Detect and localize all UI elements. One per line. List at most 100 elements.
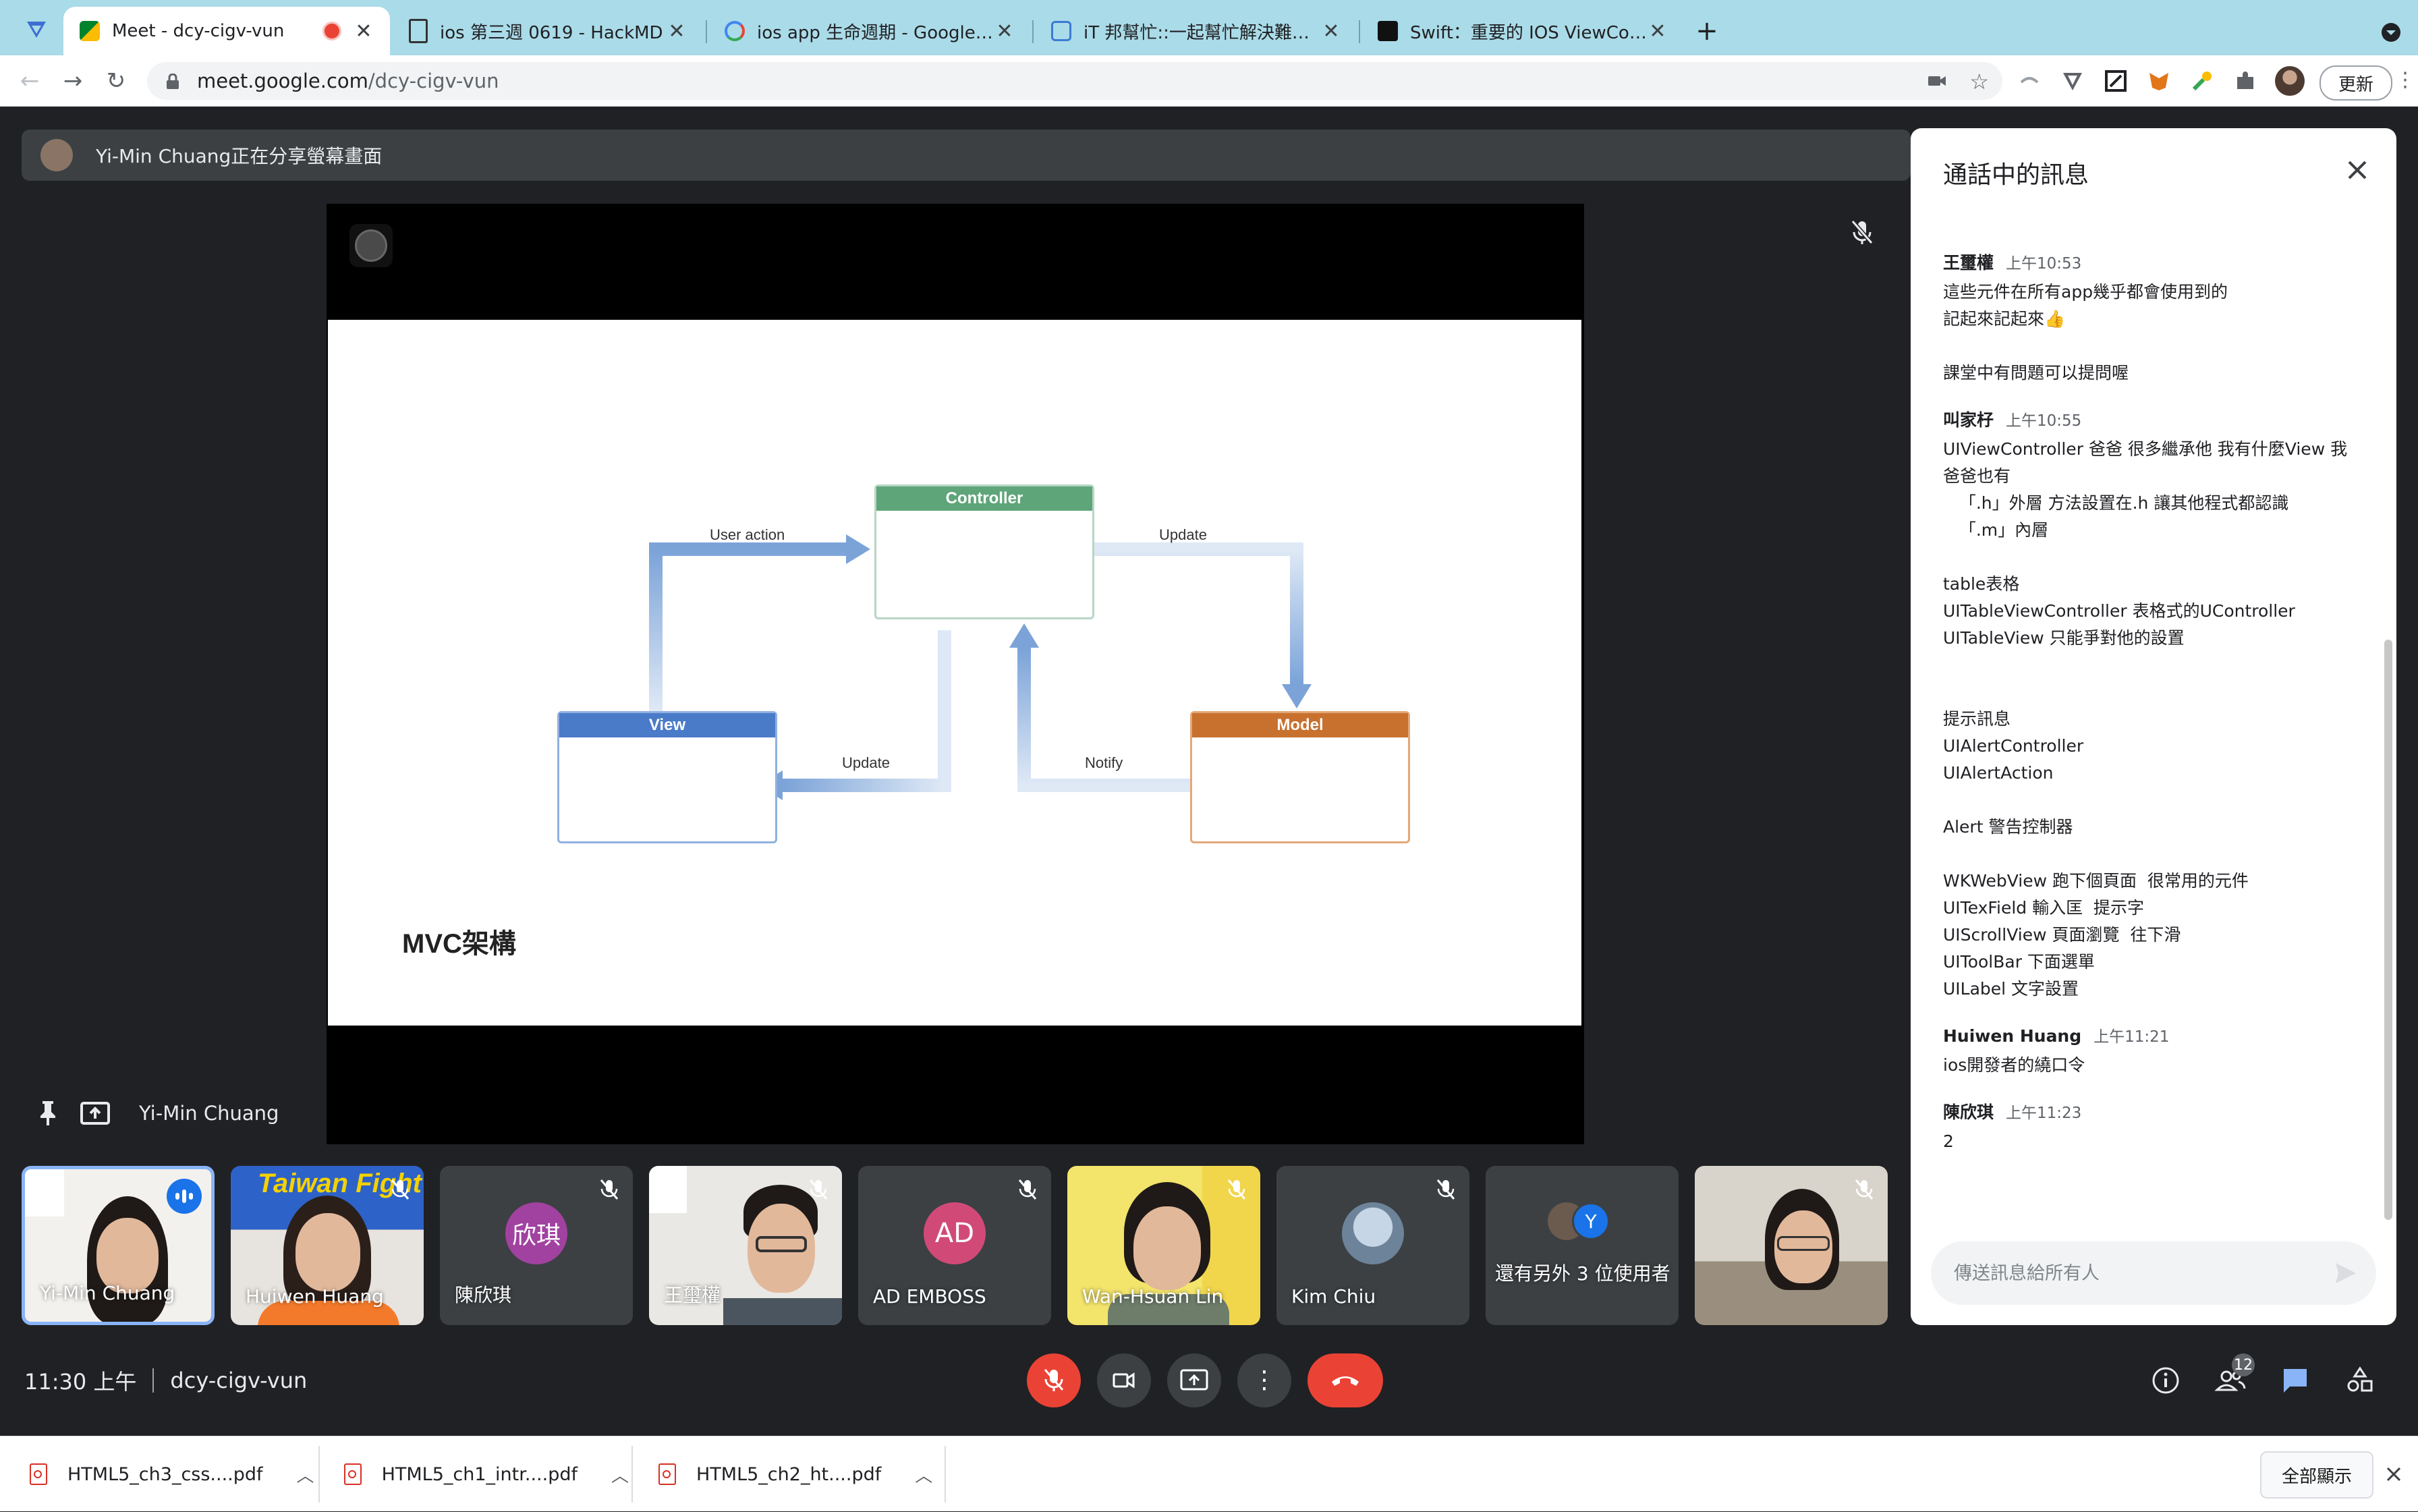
download-item[interactable]: HTML5_ch2_ht....pdf ︿ bbox=[629, 1436, 943, 1512]
bookmark-star-icon[interactable]: ☆ bbox=[1969, 69, 1989, 94]
extension-metamask-icon[interactable] bbox=[2147, 69, 2171, 93]
participant-name: Wan-Hsuan Lin bbox=[1082, 1285, 1224, 1308]
chat-message-input[interactable] bbox=[1952, 1262, 2306, 1285]
presentation-slide: Controller View Model User action Update… bbox=[328, 320, 1581, 1026]
screen-recorder-icon bbox=[349, 224, 393, 267]
participant-tile[interactable]: AD AD EMBOSS bbox=[858, 1166, 1051, 1325]
participant-name: Kim Chiu bbox=[1291, 1285, 1376, 1308]
send-icon[interactable] bbox=[2333, 1260, 2359, 1286]
background-poster bbox=[25, 1169, 64, 1216]
participant-tile[interactable]: Yi-Min Chuang bbox=[22, 1166, 215, 1325]
tab-ithome[interactable]: iT 邦幫忙::一起幫忙解決難題，拯 ✕ bbox=[1035, 7, 1357, 55]
activities-button[interactable] bbox=[2341, 1362, 2379, 1399]
more-participants-label: 還有另外 3 位使用者 bbox=[1495, 1262, 1670, 1285]
extension-grammar-icon[interactable] bbox=[2017, 69, 2042, 93]
tab-separator bbox=[706, 20, 707, 43]
chat-message-line: UIViewController 爸爸 很多繼承他 我有什麼View 我 bbox=[1943, 439, 2348, 459]
chat-message: 叫家杍 上午10:55 UIViewController 爸爸 很多繼承他 我有什麼… bbox=[1943, 407, 2348, 1003]
participant-tile[interactable]: 王璽權 bbox=[649, 1166, 842, 1325]
reload-icon: ↻ bbox=[106, 67, 126, 94]
tab-separator bbox=[1359, 20, 1360, 43]
glasses bbox=[1777, 1236, 1830, 1251]
tab-medium[interactable]: Swift：重要的 IOS ViewControll ✕ bbox=[1361, 7, 1684, 55]
extension-vuetify-icon[interactable] bbox=[2060, 69, 2085, 93]
chevron-up-icon[interactable]: ︿ bbox=[915, 1462, 932, 1487]
chat-message-line: table表格 bbox=[1943, 574, 2020, 594]
tab-meet[interactable]: Meet - dcy-cigv-vun ✕ bbox=[63, 7, 390, 55]
reload-button[interactable]: ↻ bbox=[100, 65, 132, 97]
new-tab-button[interactable]: + bbox=[1692, 16, 1722, 46]
chat-button[interactable] bbox=[2276, 1362, 2314, 1399]
participant-name: Yi-Min Chuang bbox=[40, 1282, 175, 1304]
download-filename: HTML5_ch3_css....pdf bbox=[67, 1463, 263, 1485]
pin-icon[interactable] bbox=[36, 1100, 59, 1127]
back-button[interactable]: ← bbox=[13, 65, 46, 97]
present-screen-icon bbox=[80, 1102, 110, 1125]
close-icon[interactable] bbox=[2384, 1465, 2403, 1484]
tab-hackmd[interactable]: ios 第三週 0619 - HackMD ✕ bbox=[393, 7, 703, 55]
chat-message-line: 「.m」內層 bbox=[1943, 520, 2049, 540]
present-screen-icon bbox=[1180, 1369, 1208, 1391]
camera-toggle-button[interactable] bbox=[1097, 1353, 1151, 1407]
chat-message-line: 提示訊息 bbox=[1943, 709, 2011, 729]
clothing bbox=[723, 1298, 842, 1325]
extension-eyedropper-icon[interactable] bbox=[2190, 69, 2214, 93]
more-options-button[interactable]: ⋮ bbox=[1237, 1353, 1291, 1407]
download-filename: HTML5_ch1_intr....pdf bbox=[381, 1463, 578, 1485]
more-vert-icon: ⋮ bbox=[1252, 1366, 1276, 1394]
participants-button[interactable]: 12 bbox=[2212, 1353, 2255, 1399]
chat-scrollbar[interactable] bbox=[2384, 640, 2392, 1220]
forward-button[interactable]: → bbox=[57, 65, 89, 97]
address-bar[interactable]: meet.google.com/dcy-cigv-vun ☆ bbox=[147, 62, 2002, 100]
chat-message-line: 2 bbox=[1943, 1131, 1954, 1151]
close-tab-icon[interactable]: ✕ bbox=[354, 20, 374, 43]
mic-off-icon bbox=[1044, 1369, 1064, 1391]
chevron-up-icon[interactable]: ︿ bbox=[297, 1462, 314, 1487]
more-participants-tile[interactable]: Y 還有另外 3 位使用者 bbox=[1486, 1166, 1679, 1325]
participant-tile[interactable] bbox=[1695, 1166, 1888, 1325]
close-tab-icon[interactable]: ✕ bbox=[667, 20, 687, 43]
profile-avatar[interactable] bbox=[2275, 66, 2305, 96]
hang-up-icon bbox=[1332, 1376, 1359, 1386]
participant-tile[interactable]: Taiwan Fight Huiwen Huang bbox=[231, 1166, 424, 1325]
camera-blocked-icon[interactable] bbox=[1927, 72, 1947, 93]
extensions-puzzle-icon[interactable] bbox=[2233, 69, 2257, 93]
chat-message-line bbox=[1943, 787, 2348, 814]
chat-message-line: UITableView 只能爭對他的設置 bbox=[1943, 628, 2185, 648]
url-text: meet.google.com/dcy-cigv-vun bbox=[197, 69, 499, 92]
browser-menu-icon[interactable]: ⋮ bbox=[2395, 70, 2415, 90]
video-camera-icon bbox=[1113, 1372, 1135, 1389]
view-box: View bbox=[557, 711, 777, 843]
download-item[interactable]: HTML5_ch1_intr....pdf ︿ bbox=[314, 1436, 629, 1512]
update-button[interactable]: 更新 bbox=[2319, 65, 2392, 101]
label-user-action: User action bbox=[710, 526, 785, 543]
close-icon[interactable] bbox=[2342, 155, 2372, 185]
participant-tile[interactable]: Kim Chiu bbox=[1276, 1166, 1469, 1325]
chat-input-box bbox=[1931, 1241, 2376, 1305]
tab-search-button[interactable] bbox=[2378, 19, 2405, 46]
leave-call-button[interactable] bbox=[1308, 1353, 1383, 1407]
show-all-downloads-button[interactable]: 全部顯示 bbox=[2260, 1451, 2373, 1499]
participant-tile[interactable]: 欣琪 陳欣琪 bbox=[440, 1166, 633, 1325]
participant-tile[interactable]: Wan-Hsuan Lin bbox=[1067, 1166, 1260, 1325]
close-tab-icon[interactable]: ✕ bbox=[1321, 20, 1341, 43]
present-now-button[interactable] bbox=[1167, 1353, 1221, 1407]
extension-screen-capture-icon[interactable] bbox=[2104, 69, 2128, 93]
close-tab-icon[interactable]: ✕ bbox=[994, 20, 1015, 43]
meeting-details-button[interactable] bbox=[2147, 1362, 2185, 1399]
tab-google-search[interactable]: ios app 生命週期 - Google 搜尋 ✕ bbox=[708, 7, 1031, 55]
download-item[interactable]: HTML5_ch3_css....pdf ︿ bbox=[0, 1436, 317, 1512]
download-filename: HTML5_ch2_ht....pdf bbox=[696, 1463, 882, 1485]
divider bbox=[152, 1368, 154, 1393]
microphone-toggle-button[interactable] bbox=[1027, 1353, 1081, 1407]
chevron-up-icon[interactable]: ︿ bbox=[611, 1462, 629, 1487]
tab-title: iT 邦幫忙::一起幫忙解決難題，拯 bbox=[1084, 22, 1321, 43]
chat-message-line: UIAlertAction bbox=[1943, 763, 2054, 783]
label-update-bottom: Update bbox=[842, 754, 890, 771]
chat-message-line: UILabel 文字設置 bbox=[1943, 979, 2079, 999]
tab-title: Meet - dcy-cigv-vun bbox=[112, 21, 285, 41]
mic-off-icon bbox=[1018, 1179, 1037, 1200]
chat-message-header: Huiwen Huang 上午11:21 bbox=[1943, 1023, 2348, 1052]
close-tab-icon[interactable]: ✕ bbox=[1648, 20, 1668, 43]
participant-name: AD EMBOSS bbox=[873, 1285, 986, 1308]
